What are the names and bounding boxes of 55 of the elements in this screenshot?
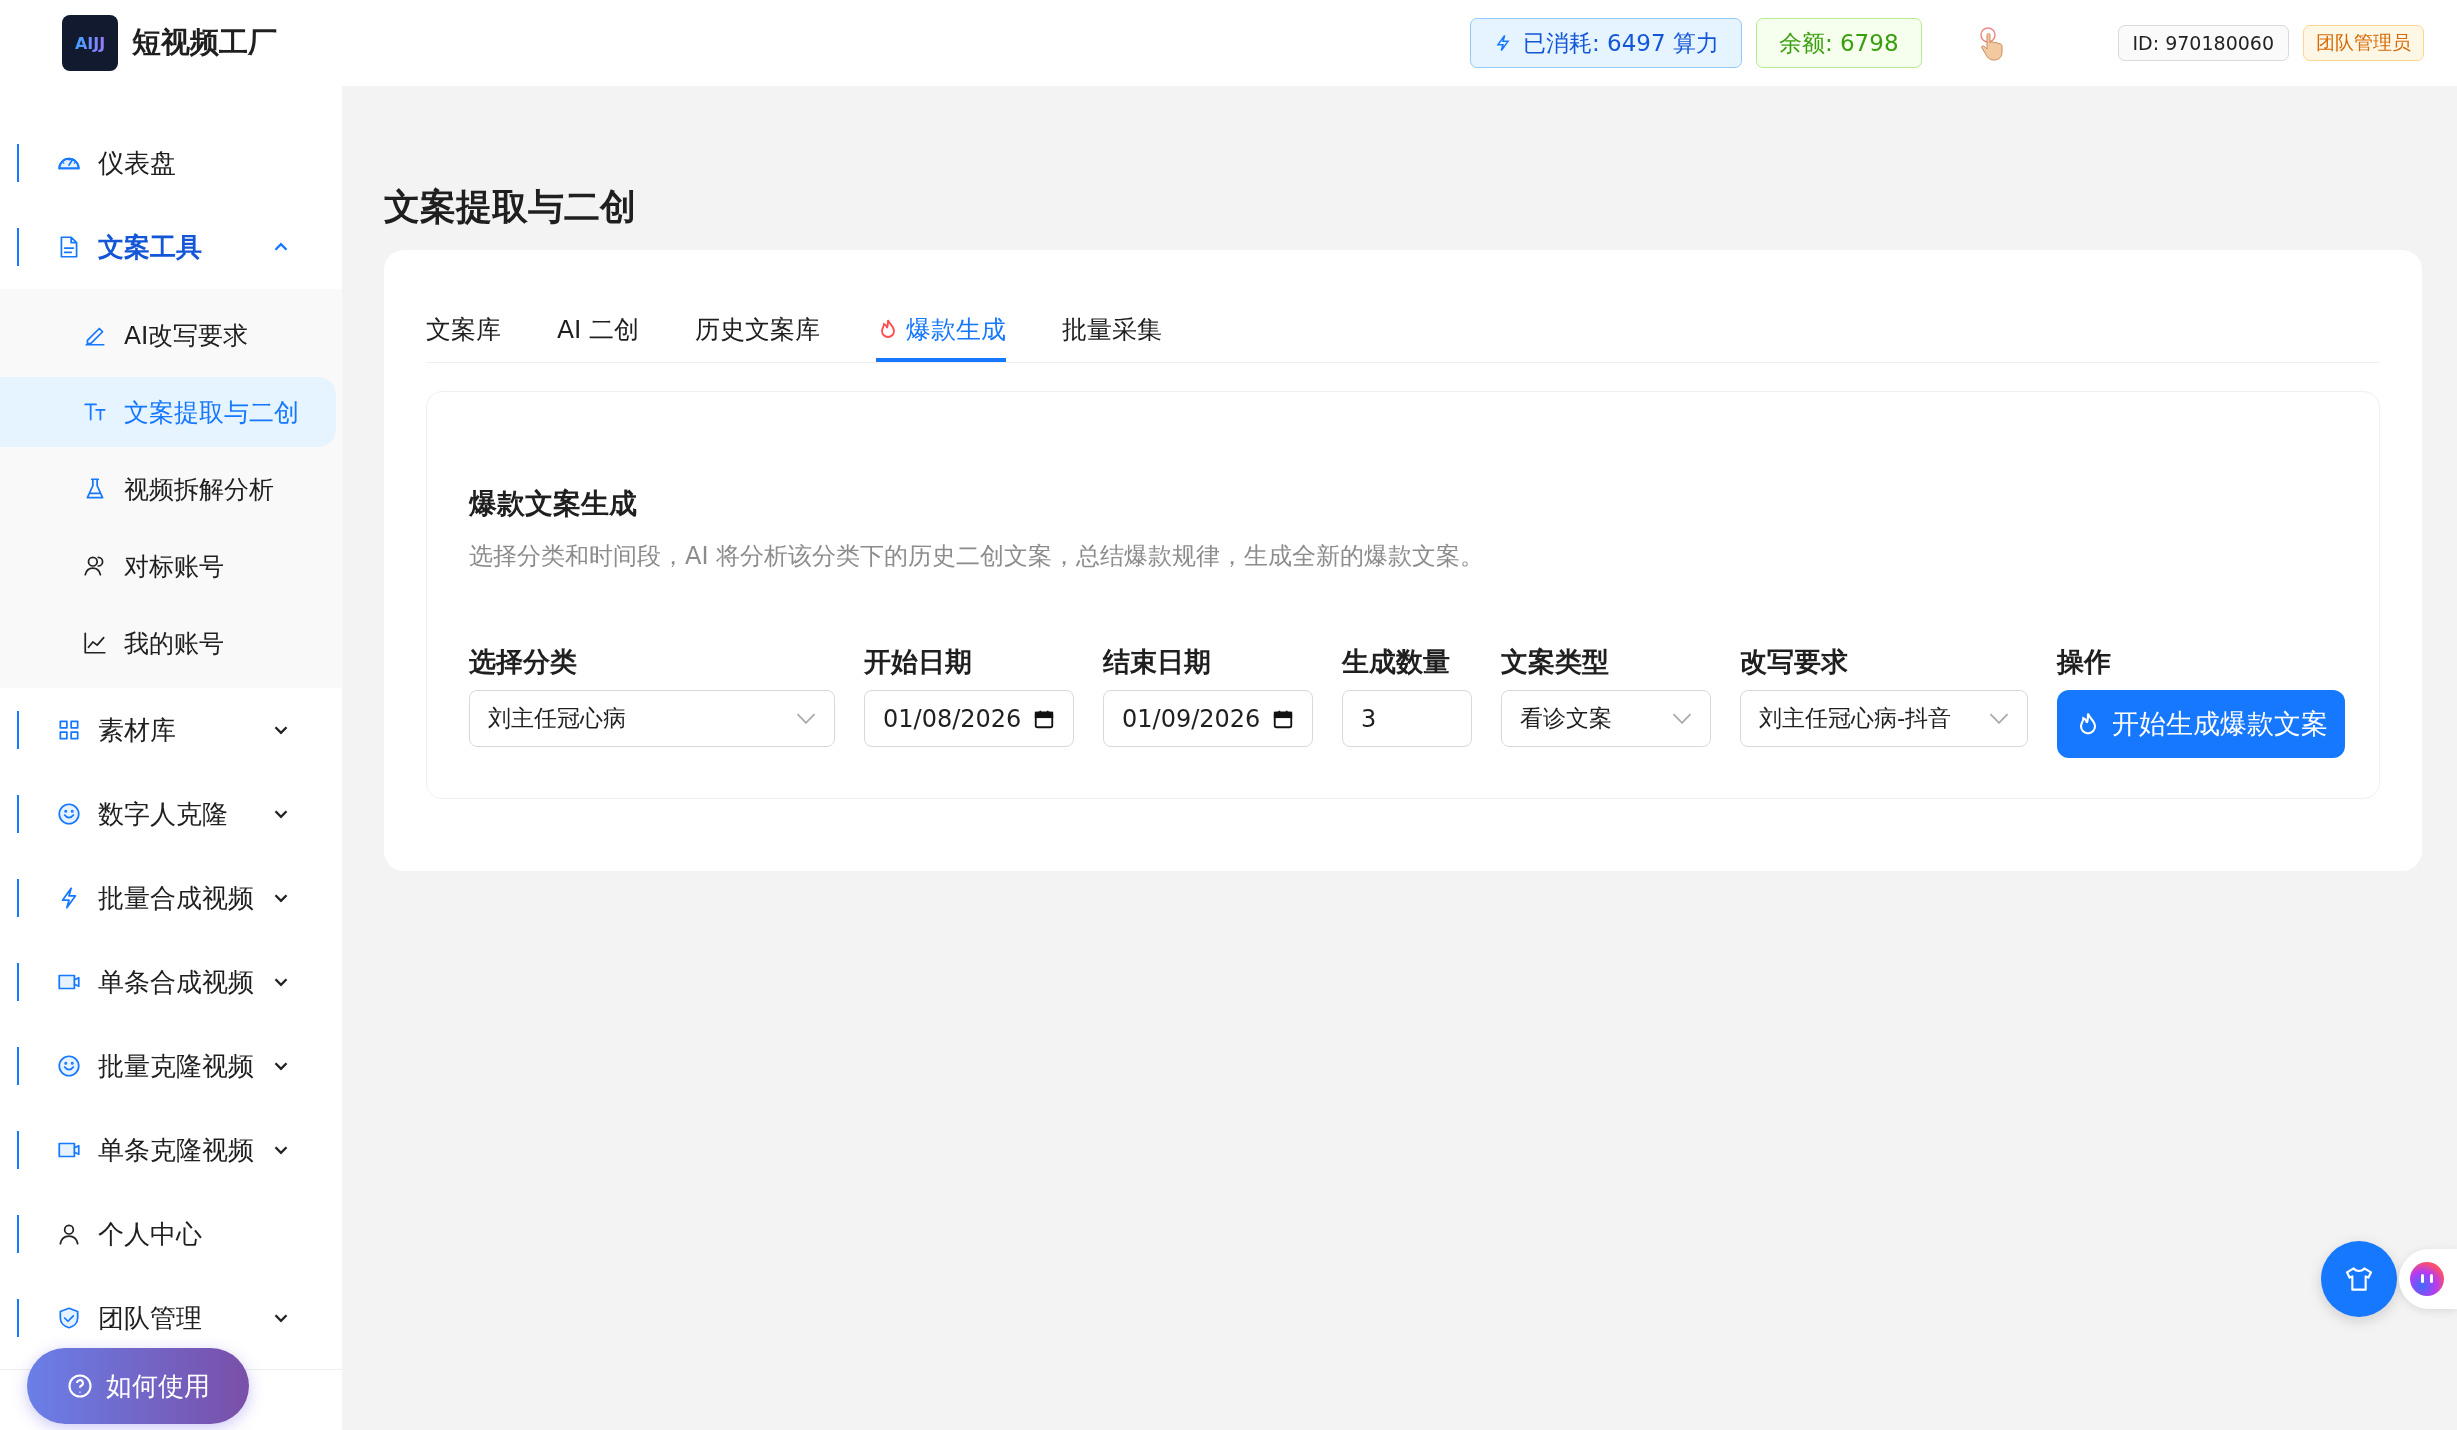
app-logo: AIJJ [62, 15, 118, 71]
tab[interactable]: 批量采集 [1062, 300, 1163, 362]
sidebar-item[interactable]: 个人中心 [0, 1209, 342, 1259]
date-field[interactable]: 01/08/2026 [864, 690, 1074, 747]
balance-badge: 余额: 6798 [1755, 18, 1922, 68]
chevron-down-icon [796, 713, 816, 724]
submenu-item[interactable]: 文案提取与二创 [0, 377, 336, 447]
app-name: 短视频工厂 [132, 24, 277, 61]
page-title: 文案提取与二创 [384, 185, 637, 229]
chevron-down-icon [1672, 713, 1692, 724]
submenu-item[interactable]: 我的账号 [0, 608, 336, 678]
tab[interactable]: 爆款生成 [876, 300, 1007, 362]
user-id-badge: ID: 970180060 [2117, 25, 2289, 61]
role-badge: 团队管理员 [2303, 25, 2424, 61]
field-label: 开始日期 [864, 645, 973, 679]
select-field[interactable]: 看诊文案 [1501, 690, 1711, 747]
chart-icon [82, 630, 108, 656]
panel-description: 选择分类和时间段，AI 将分析该分类下的历史二创文案，总结爆款规律，生成全新的爆款文案。 [469, 541, 1486, 572]
sidebar-item[interactable]: 批量合成视频 [0, 873, 342, 923]
tab[interactable]: 历史文案库 [695, 300, 821, 362]
chevron-down-icon [1989, 713, 2009, 724]
sidebar-item[interactable]: 仪表盘 [0, 138, 342, 188]
submenu-item[interactable]: 对标账号 [0, 531, 336, 601]
field-label: 结束日期 [1103, 645, 1212, 679]
help-icon [66, 1372, 94, 1400]
select-field[interactable]: 刘主任冠心病 [469, 690, 835, 747]
submenu-item[interactable]: AI改写要求 [0, 300, 336, 370]
assistant-icon [2407, 1259, 2447, 1299]
sidebar-item[interactable]: 单条合成视频 [0, 957, 342, 1007]
field-label: 生成数量 [1342, 645, 1451, 679]
field-label: 操作 [2057, 645, 2112, 679]
submenu-item[interactable]: 视频拆解分析 [0, 454, 336, 524]
sidebar-item[interactable]: 批量克隆视频 [0, 1041, 342, 1091]
sidebar-item[interactable]: 素材库 [0, 705, 342, 755]
field-label: 改写要求 [1740, 645, 1849, 679]
sidebar-item[interactable]: 数字人克隆 [0, 789, 342, 839]
date-field[interactable]: 01/09/2026 [1103, 690, 1313, 747]
help-button[interactable]: 如何使用 [27, 1348, 249, 1424]
smile-icon [56, 1053, 82, 1079]
sidebar-item[interactable]: 团队管理 [0, 1293, 342, 1343]
panel-title: 爆款文案生成 [469, 486, 638, 522]
generate-button[interactable]: 开始生成爆款文案 [2057, 690, 2345, 758]
sidebar-item[interactable]: 文案工具 [0, 222, 342, 272]
usage-badge: 已消耗: 6497 算力 [1470, 18, 1742, 68]
tab[interactable]: 文案库 [426, 300, 501, 362]
number-field[interactable]: 3 [1342, 690, 1472, 747]
select-field[interactable]: 刘主任冠心病-抖音 [1740, 690, 2028, 747]
shield-icon [56, 1305, 82, 1331]
assistant-button[interactable] [2399, 1249, 2457, 1309]
field-label: 文案类型 [1501, 645, 1610, 679]
grid-icon [56, 717, 82, 743]
smile-icon [56, 801, 82, 827]
field-label: 选择分类 [469, 645, 578, 679]
tab[interactable]: AI 二创 [557, 300, 640, 362]
sidebar-item[interactable]: 单条克隆视频 [0, 1125, 342, 1175]
